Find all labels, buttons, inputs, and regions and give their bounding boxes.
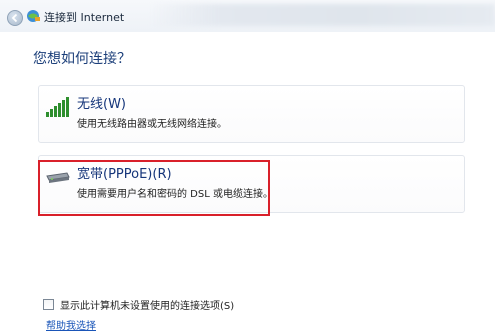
- window-title: 连接到 Internet: [44, 11, 125, 24]
- title-bar: 连接到 Internet: [0, 0, 495, 32]
- wireless-option-description: 使用无线路由器或无线网络连接。: [77, 119, 227, 130]
- signal-bars-icon: [46, 97, 69, 117]
- network-globe-icon: [27, 10, 40, 22]
- show-options-label[interactable]: 显示此计算机未设置使用的连接选项(S): [60, 297, 234, 312]
- broadband-option-title: 宽带(PPPoE)(R): [77, 167, 172, 182]
- show-options-checkbox[interactable]: [43, 298, 54, 310]
- broadband-option-description: 使用需要用户名和密码的 DSL 或电缆连接。: [77, 189, 273, 200]
- back-arrow-icon: [11, 13, 18, 23]
- broadband-option[interactable]: 宽带(PPPoE)(R) 使用需要用户名和密码的 DSL 或电缆连接。: [38, 155, 465, 213]
- modem-icon: [46, 172, 70, 183]
- back-button[interactable]: [7, 10, 23, 26]
- help-me-choose-link[interactable]: 帮助我选择: [46, 317, 96, 332]
- page-question: 您想如何连接？: [33, 51, 131, 67]
- wireless-option-title: 无线(W): [77, 97, 126, 112]
- wireless-option[interactable]: 无线(W) 使用无线路由器或无线网络连接。: [38, 85, 465, 143]
- show-options-row[interactable]: 显示此计算机未设置使用的连接选项(S): [43, 297, 234, 312]
- blurred-toolbar: [150, 4, 495, 26]
